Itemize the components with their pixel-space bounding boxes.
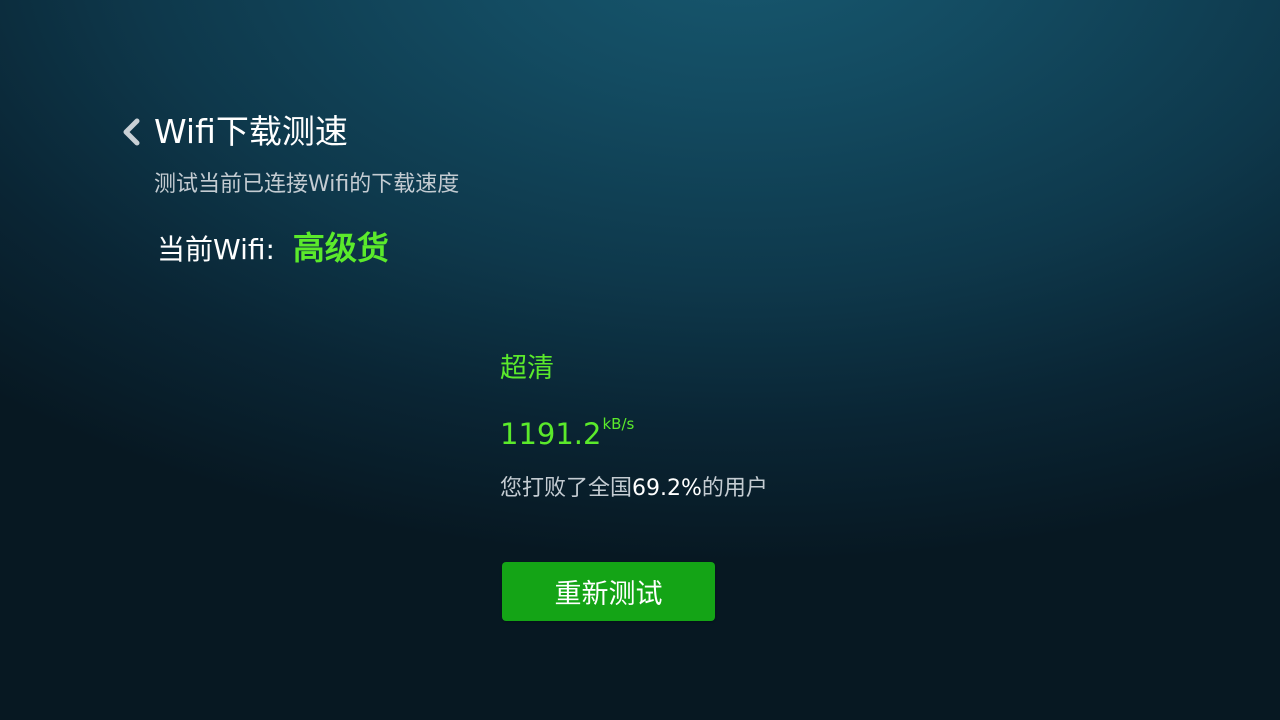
beat-prefix: 您打败了全国: [500, 476, 633, 501]
speed-result-panel: 超清 1191.2kB/s 您打败了全国69.2%的用户: [500, 350, 768, 505]
retest-button[interactable]: 重新测试: [502, 562, 715, 621]
title-row: Wifi下载测速: [118, 110, 348, 154]
quality-label: 超清: [500, 353, 554, 384]
page-subtitle: 测试当前已连接Wifi的下载速度: [154, 172, 460, 197]
retest-button-label: 重新测试: [554, 579, 663, 610]
speed-row: 1191.2kB/s: [500, 404, 768, 459]
current-wifi-name: 高级货: [292, 229, 389, 267]
chevron-left-icon[interactable]: [118, 117, 144, 147]
page-title: Wifi下载测速: [154, 112, 348, 151]
beat-users-text: 您打败了全国69.2%的用户: [500, 473, 768, 505]
speed-value: 1191.2: [500, 417, 602, 451]
current-wifi-row: 当前Wifi: 高级货: [157, 223, 389, 269]
page-header: Wifi下载测速: [118, 110, 348, 154]
speed-unit: kB/s: [602, 415, 635, 433]
beat-suffix: 的用户: [701, 476, 768, 501]
beat-percent: 69.2%: [632, 476, 702, 501]
current-wifi-label: 当前Wifi:: [157, 233, 275, 266]
